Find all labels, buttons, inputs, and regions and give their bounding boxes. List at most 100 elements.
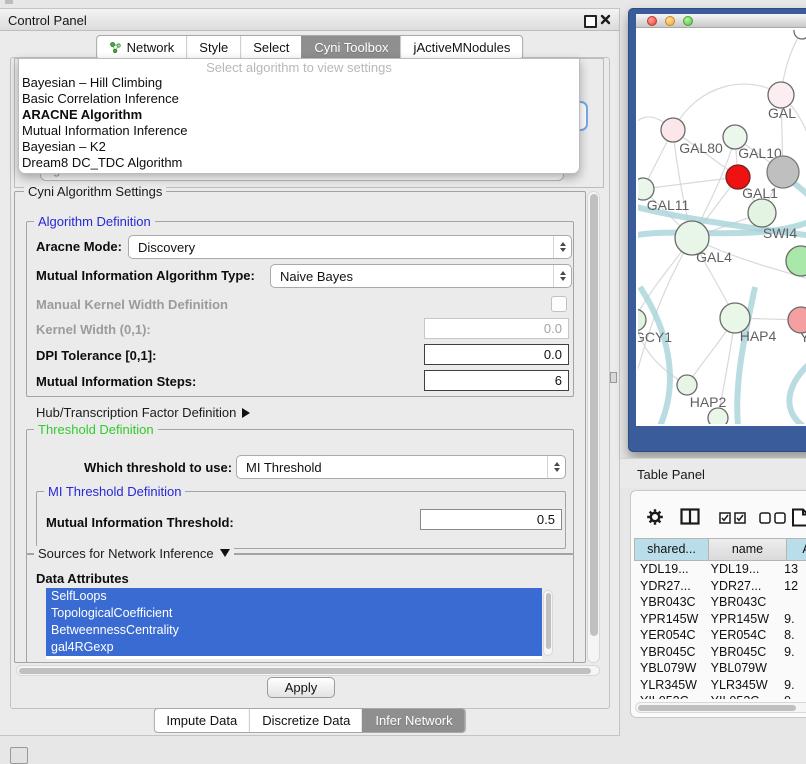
export-table-icon[interactable] [791, 508, 806, 527]
aracne-mode-value: Discovery [129, 240, 553, 255]
column-header[interactable]: A [787, 538, 806, 561]
minimize-traffic-light[interactable] [665, 16, 675, 26]
tab-discretize-data[interactable]: Discretize Data [249, 709, 362, 732]
table-row[interactable]: YBR045CYBR045C9. [634, 644, 806, 661]
attribute-list-item[interactable]: gal4RGexp [46, 639, 542, 656]
manual-kernel-checkbox[interactable] [551, 296, 567, 312]
algorithm-option[interactable]: Basic Correlation Inference [19, 91, 579, 107]
algorithm-option[interactable]: Dream8 DC_TDC Algorithm [19, 155, 579, 171]
settings-vertical-scrollbar[interactable] [587, 191, 600, 663]
data-attributes-label: Data Attributes [36, 571, 129, 586]
dpi-tolerance-field[interactable]: 0.0 [424, 344, 569, 365]
gear-icon[interactable] [646, 508, 664, 526]
top-tabbar: Network Style Select Cyni Toolbox jActiv… [96, 35, 524, 60]
settings-group-title: Cyni Algorithm Settings [24, 184, 166, 199]
network-node-label: GAL [768, 105, 796, 121]
attributes-list-scrollbar[interactable] [543, 590, 553, 656]
tab-style[interactable]: Style [186, 36, 240, 59]
hub-definition-toggle[interactable]: Hub/Transcription Factor Definition [36, 405, 250, 420]
table-cell: YPR145W [634, 612, 705, 626]
mi-algorithm-type-label: Mutual Information Algorithm Type: [36, 268, 255, 283]
apply-button[interactable]: Apply [267, 677, 335, 698]
network-node[interactable] [748, 199, 776, 227]
bottom-tabbar: Impute Data Discretize Data Infer Networ… [153, 708, 465, 733]
mi-threshold-definition-title: MI Threshold Definition [44, 484, 185, 499]
tab-impute-data[interactable]: Impute Data [154, 709, 249, 732]
kernel-width-field[interactable]: 0.0 [424, 318, 569, 339]
network-edge [638, 238, 692, 392]
network-edge [640, 287, 670, 424]
close-icon[interactable] [600, 14, 611, 25]
attribute-list-item[interactable]: SelfLoops [46, 588, 542, 605]
data-attributes-list[interactable]: SelfLoopsTopologicalCoefficientBetweenne… [46, 588, 542, 659]
split-pane-grip[interactable] [610, 372, 617, 383]
table-row[interactable]: YBR043CYBR043C [634, 594, 806, 611]
tab-label: Style [199, 40, 228, 55]
mi-steps-label: Mutual Information Steps: [36, 374, 196, 389]
network-edge [643, 177, 738, 189]
algorithm-option[interactable]: ARACNE Algorithm [19, 107, 579, 123]
network-window-titlebar[interactable] [636, 14, 806, 28]
tab-infer-network[interactable]: Infer Network [362, 709, 464, 732]
table-row[interactable]: YER054CYER054C8. [634, 627, 806, 644]
network-edge [673, 84, 781, 130]
attribute-list-item[interactable]: BetweennessCentrality [46, 622, 542, 639]
tab-select[interactable]: Select [240, 36, 301, 59]
column-header[interactable]: name [709, 538, 787, 561]
algorithm-option[interactable]: Bayesian – Hill Climbing [19, 75, 579, 91]
minimized-panel-icon[interactable] [10, 747, 28, 764]
network-canvas[interactable]: GALGAL80GAL10GAL1GAL11SWI4GAL4GCY1HAP4YH… [638, 30, 806, 424]
algorithm-option[interactable]: Mutual Information Inference [19, 123, 579, 139]
tab-label: Impute Data [166, 713, 237, 728]
control-panel-titlebar [0, 9, 619, 31]
table-row[interactable]: YBL079WYBL079W [634, 660, 806, 677]
mi-threshold-field[interactable]: 0.5 [420, 509, 562, 530]
table-cell: 9. [778, 678, 806, 692]
scrollbar-thumb[interactable] [638, 705, 796, 711]
float-window-icon[interactable] [584, 15, 597, 28]
table-cell: YDR27... [634, 579, 705, 593]
attribute-list-item[interactable]: TopologicalCoefficient [46, 605, 542, 622]
dpi-tolerance-label: DPI Tolerance [0,1]: [36, 348, 156, 363]
table-cell: YIL052C [634, 694, 705, 699]
algorithm-dropdown-popup: Select algorithm to view settings Bayesi… [18, 58, 580, 174]
which-threshold-combo[interactable]: MI Threshold [236, 455, 566, 479]
scrollbar-thumb[interactable] [590, 194, 598, 636]
mi-algorithm-type-combo[interactable]: Naive Bayes [270, 264, 572, 288]
tab-label: Discretize Data [262, 713, 350, 728]
mi-steps-field[interactable]: 6 [424, 370, 569, 391]
tab-cyni-toolbox[interactable]: Cyni Toolbox [301, 36, 400, 59]
table-row[interactable]: YLR345WYLR345W9. [634, 677, 806, 694]
table-row[interactable]: YPR145WYPR145W9. [634, 611, 806, 628]
tab-network[interactable]: Network [97, 36, 187, 59]
show-columns-icon[interactable] [680, 508, 700, 525]
close-traffic-light[interactable] [647, 16, 657, 26]
network-node[interactable] [786, 246, 806, 276]
table-row[interactable]: YIL052CYIL052C9. [634, 693, 806, 699]
network-node[interactable] [708, 408, 728, 424]
table-row[interactable]: YDL19...YDL19...13 [634, 561, 806, 578]
settings-horizontal-scrollbar[interactable] [16, 665, 600, 676]
network-node[interactable] [677, 375, 697, 395]
algorithm-definition-title: Algorithm Definition [34, 214, 155, 229]
network-node-label: GAL80 [679, 140, 723, 156]
deselect-all-checkboxes-icon[interactable] [759, 512, 787, 524]
network-node[interactable] [794, 30, 806, 39]
tab-jactivemnodules[interactable]: jActiveMNodules [401, 36, 523, 59]
network-view-window[interactable]: GALGAL80GAL10GAL1GAL11SWI4GAL4GCY1HAP4YH… [636, 14, 806, 426]
algorithm-option[interactable]: Bayesian – K2 [19, 139, 579, 155]
sources-toggle[interactable]: Sources for Network Inference [34, 546, 234, 561]
zoom-traffic-light[interactable] [683, 16, 693, 26]
aracne-mode-combo[interactable]: Discovery [128, 235, 572, 259]
scrollbar-thumb[interactable] [19, 668, 591, 674]
network-node[interactable] [661, 118, 685, 142]
column-header[interactable]: shared... [634, 538, 709, 561]
network-edge [789, 360, 806, 424]
network-node[interactable] [767, 156, 799, 188]
table-row[interactable]: YDR27...YDR27...12 [634, 578, 806, 595]
network-node[interactable] [638, 309, 646, 331]
table-horizontal-scrollbar[interactable] [635, 702, 806, 713]
table-body: YDL19...YDL19...13YDR27...YDR27...12YBR0… [634, 561, 806, 699]
scrollbar-thumb[interactable] [546, 593, 551, 649]
select-all-checkboxes-icon[interactable] [719, 512, 747, 524]
